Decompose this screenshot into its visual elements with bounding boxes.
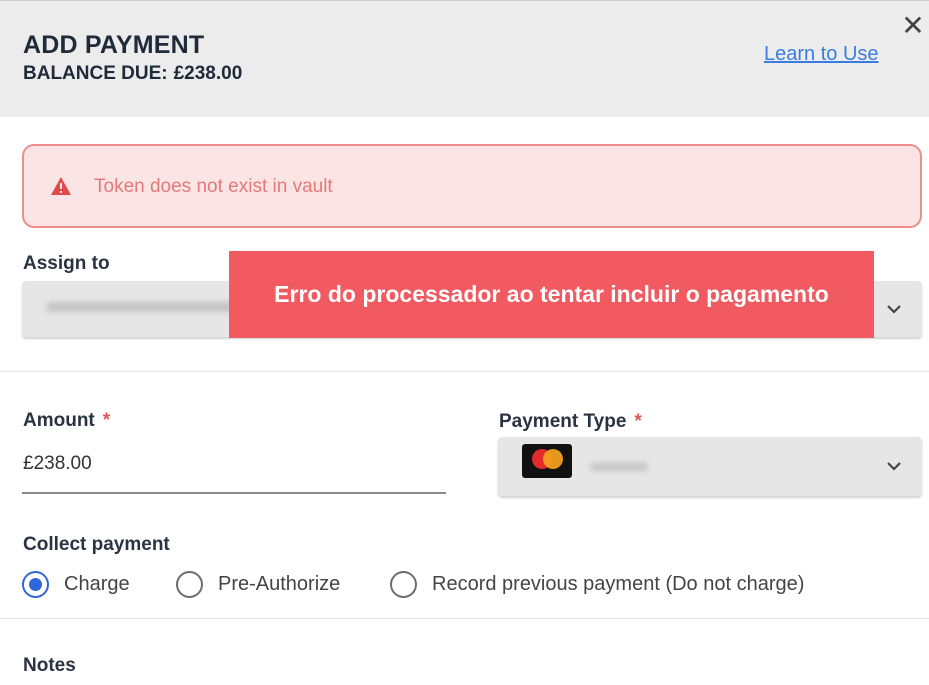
amount-label-text: Amount (23, 410, 95, 431)
card-number-blurred (590, 463, 648, 471)
required-mark: * (634, 411, 642, 432)
payment-type-label: Payment Type * (499, 411, 642, 433)
balance-due-label: BALANCE DUE: (23, 63, 168, 84)
radio-button-checked[interactable] (22, 570, 49, 598)
chevron-down-icon (887, 305, 901, 314)
mastercard-icon (522, 444, 572, 478)
chevron-down-icon (887, 462, 901, 471)
required-mark: * (102, 410, 111, 431)
amount-label: Amount * (23, 410, 110, 432)
balance-due: BALANCE DUE: £238.00 (23, 63, 242, 85)
radio-button[interactable] (390, 570, 417, 598)
warning-icon (51, 177, 71, 195)
modal-header: ADD PAYMENT BALANCE DUE: £238.00 Learn to… (0, 1, 929, 117)
error-alert: Token does not exist in vault (22, 144, 922, 228)
payment-type-select[interactable] (498, 437, 922, 496)
error-alert-message: Token does not exist in vault (94, 176, 333, 197)
radio-record-previous[interactable]: Record previous payment (Do not charge) (390, 569, 804, 599)
collect-payment-label: Collect payment (23, 534, 170, 555)
payment-type-label-text: Payment Type (499, 411, 627, 432)
assign-to-label: Assign to (23, 253, 110, 274)
modal-title: ADD PAYMENT (23, 31, 205, 59)
section-divider (0, 371, 929, 372)
add-payment-modal: ADD PAYMENT BALANCE DUE: £238.00 Learn to… (0, 0, 929, 685)
learn-to-use-link[interactable]: Learn to Use (764, 43, 879, 66)
processor-error-tooltip: Erro do processador ao tentar incluir o … (229, 251, 874, 338)
radio-pre-authorize[interactable]: Pre-Authorize (176, 569, 340, 599)
radio-charge[interactable]: Charge (22, 569, 130, 599)
balance-due-amount: £238.00 (173, 63, 243, 84)
radio-pre-authorize-label: Pre-Authorize (218, 572, 341, 595)
amount-value: £238.00 (23, 453, 92, 474)
radio-record-previous-label: Record previous payment (Do not charge) (432, 572, 805, 595)
assign-to-value-blurred (46, 302, 246, 312)
amount-input-underline (22, 492, 446, 494)
radio-charge-label: Charge (64, 572, 130, 595)
close-icon[interactable]: ✕ (900, 11, 926, 41)
notes-label: Notes (23, 655, 76, 676)
section-divider (0, 618, 929, 619)
radio-button[interactable] (176, 570, 203, 598)
